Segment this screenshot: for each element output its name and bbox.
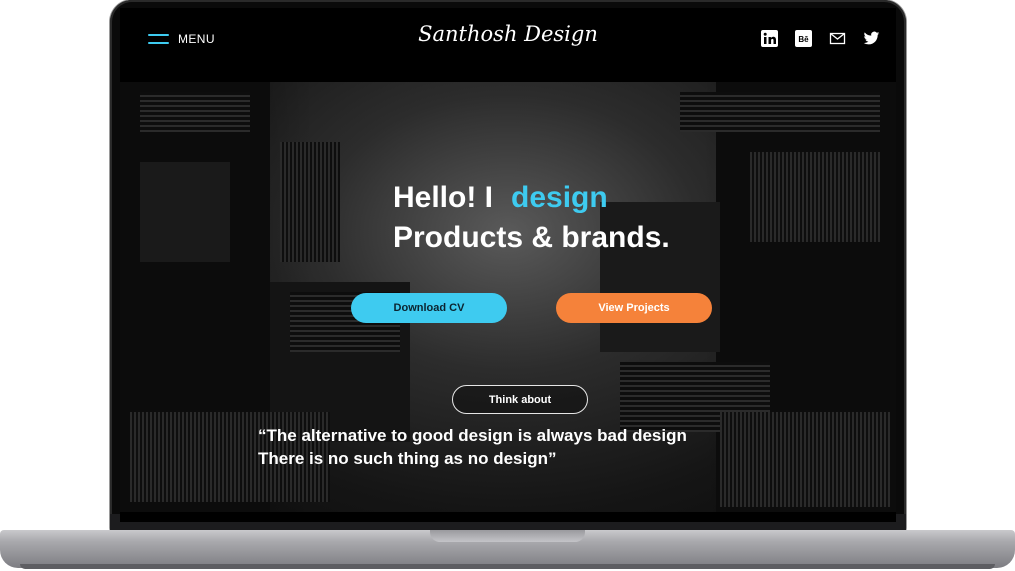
twitter-icon[interactable] [863,30,880,47]
hero-bg-balcony [680,92,880,132]
hero-bg-facade-stripes [280,142,340,262]
hero-bg-balcony [140,92,250,132]
laptop-screen: MENU Santhosh Design Bē Hello! I design … [120,8,896,522]
think-about-button[interactable]: Think about [452,385,588,414]
headline-greeting: Hello! I [393,181,494,214]
quote-line-1: “The alternative to good design is alway… [258,426,687,445]
download-cv-button[interactable]: Download CV [351,293,507,323]
laptop-base-bottom [20,564,995,569]
linkedin-icon[interactable] [761,30,778,47]
hero-bg-facade-stripes [750,152,880,242]
headline-highlight-word: design [511,181,608,214]
view-projects-button[interactable]: View Projects [556,293,712,323]
hero-section: Hello! I design Products & brands. Downlo… [120,82,896,512]
quote-line-2: There is no such thing as no design” [258,449,557,468]
social-links: Bē [761,30,880,47]
svg-text:Bē: Bē [798,35,809,44]
laptop-base-notch [430,530,585,542]
mail-icon[interactable] [829,30,846,47]
hero-bg-facade-stripes [720,412,890,507]
behance-icon[interactable]: Bē [795,30,812,47]
hero-quote: “The alternative to good design is alway… [258,424,687,470]
hero-bg-window-block [140,162,230,262]
headline-line-2: Products & brands. [393,221,670,254]
navbar: MENU Santhosh Design Bē [120,8,896,82]
headline-line-1: Hello! I design [393,178,670,218]
hero-headline: Hello! I design Products & brands. [393,178,670,258]
